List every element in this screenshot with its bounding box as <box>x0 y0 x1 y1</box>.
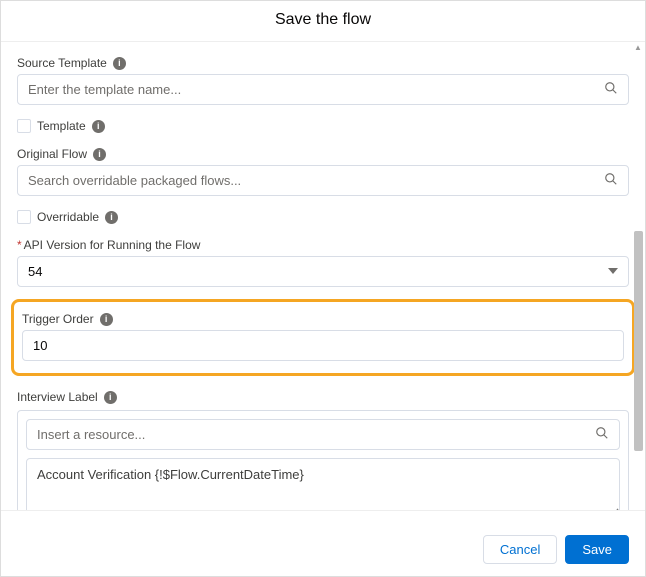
dialog-footer: Cancel Save <box>1 523 645 576</box>
overridable-checkbox-row: Overridable i <box>17 210 629 224</box>
interview-resource-input[interactable] <box>27 420 585 449</box>
overridable-checkbox[interactable] <box>17 210 31 224</box>
interview-label-group: Interview Label i <box>17 390 629 511</box>
search-icon[interactable] <box>585 426 619 443</box>
original-flow-input-wrap[interactable] <box>17 165 629 196</box>
info-icon[interactable]: i <box>92 120 105 133</box>
dialog-body: Source Template i Template i Original Fl… <box>1 41 645 511</box>
trigger-order-highlight: Trigger Order i <box>11 299 635 376</box>
dialog-title: Save the flow <box>1 11 645 29</box>
info-icon[interactable]: i <box>100 313 113 326</box>
scroll-up-arrow-icon[interactable]: ▲ <box>633 41 643 53</box>
template-checkbox[interactable] <box>17 119 31 133</box>
dialog-header: Save the flow <box>1 1 645 41</box>
source-template-input-wrap[interactable] <box>17 74 629 105</box>
search-icon[interactable] <box>594 172 628 189</box>
info-icon[interactable]: i <box>105 211 118 224</box>
template-checkbox-row: Template i <box>17 119 629 133</box>
info-icon[interactable]: i <box>104 391 117 404</box>
source-template-label: Source Template i <box>17 56 629 70</box>
interview-label-textarea[interactable] <box>26 458 620 511</box>
overridable-checkbox-label: Overridable <box>37 210 99 224</box>
original-flow-group: Original Flow i <box>17 147 629 196</box>
api-version-label: *API Version for Running the Flow <box>17 238 629 252</box>
trigger-order-group: Trigger Order i <box>22 312 624 361</box>
source-template-group: Source Template i <box>17 56 629 105</box>
trigger-order-label: Trigger Order i <box>22 312 624 326</box>
api-version-value: 54 <box>28 264 42 279</box>
template-checkbox-label: Template <box>37 119 86 133</box>
original-flow-input[interactable] <box>18 166 594 195</box>
api-version-select[interactable]: 54 <box>17 256 629 287</box>
trigger-order-input[interactable] <box>22 330 624 361</box>
save-button[interactable]: Save <box>565 535 629 564</box>
original-flow-label: Original Flow i <box>17 147 629 161</box>
api-version-group: *API Version for Running the Flow 54 <box>17 238 629 287</box>
scrollbar-thumb[interactable] <box>634 231 643 451</box>
source-template-input[interactable] <box>18 75 594 104</box>
search-icon[interactable] <box>594 81 628 98</box>
info-icon[interactable]: i <box>93 148 106 161</box>
cancel-button[interactable]: Cancel <box>483 535 557 564</box>
interview-label-label: Interview Label i <box>17 390 629 404</box>
info-icon[interactable]: i <box>113 57 126 70</box>
scrollbar-track[interactable]: ▲ <box>633 41 643 520</box>
interview-label-container <box>17 410 629 511</box>
interview-resource-wrap[interactable] <box>26 419 620 450</box>
chevron-down-icon <box>608 264 618 279</box>
